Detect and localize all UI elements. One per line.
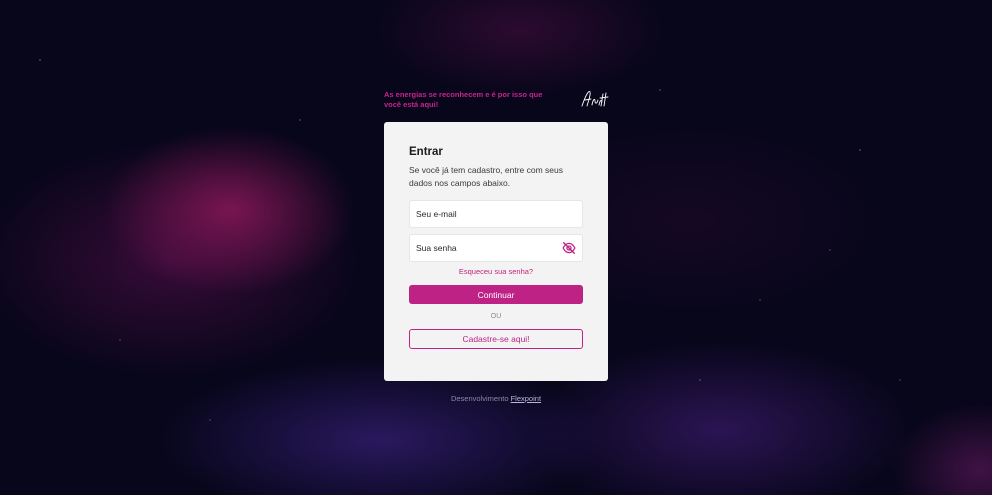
forgot-password-link[interactable]: Esqueceu sua senha? [409, 267, 583, 278]
brand-logo [581, 91, 609, 107]
login-card: Entrar Se você já tem cadastro, entre co… [384, 122, 608, 381]
login-description: Se você já tem cadastro, entre com seus … [409, 165, 564, 188]
footer-credit: Desenvolvimento Flexpoint [0, 394, 992, 403]
email-field[interactable]: Seu e-mail [409, 200, 583, 228]
eye-off-icon[interactable] [562, 242, 576, 254]
register-button[interactable]: Cadastre-se aqui! [409, 329, 583, 349]
login-title: Entrar [409, 146, 443, 158]
password-field[interactable]: Sua senha [409, 234, 583, 262]
email-placeholder: Seu e-mail [416, 209, 457, 219]
password-placeholder: Sua senha [416, 243, 457, 253]
or-divider: OU [490, 313, 502, 320]
footer-prefix: Desenvolvimento [450, 394, 509, 403]
continue-button[interactable]: Continuar [409, 285, 583, 304]
tagline: As energias se reconhecem e é por isso q… [384, 90, 543, 109]
flexpoint-link[interactable]: Flexpoint [511, 394, 541, 403]
